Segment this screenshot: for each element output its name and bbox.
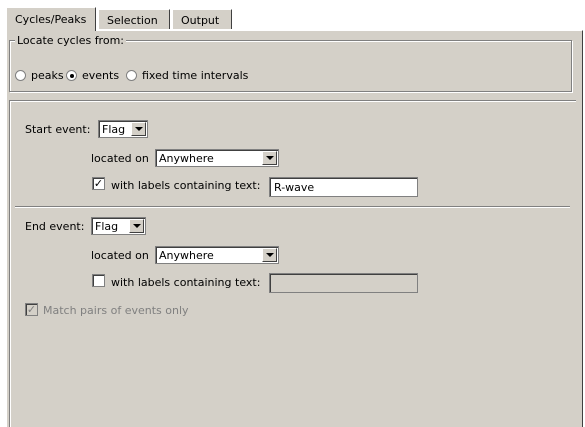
event-settings-area <box>9 100 576 427</box>
peaks-radio-label[interactable]: peaks <box>31 69 64 82</box>
start-event-type-dropdown[interactable]: Flag <box>98 120 148 138</box>
start-located-on-value: Anywhere <box>159 152 214 165</box>
start-labels-checkbox-label[interactable]: with labels containing text: <box>111 179 260 192</box>
start-located-on-label: located on <box>91 152 149 165</box>
events-radio[interactable] <box>66 70 77 81</box>
locate-cycles-group <box>9 40 572 92</box>
end-located-on-label: located on <box>91 249 149 262</box>
event-separator <box>15 206 570 207</box>
match-pairs-label[interactable]: Match pairs of events only <box>43 304 189 317</box>
end-located-on-dropdown[interactable]: Anywhere <box>155 246 279 264</box>
end-labels-checkbox[interactable] <box>92 274 105 287</box>
check-icon: ✓ <box>26 303 37 316</box>
match-pairs-checkbox[interactable]: ✓ <box>25 303 38 316</box>
chevron-down-icon[interactable] <box>262 151 277 165</box>
locate-cycles-legend: Locate cycles from: <box>15 34 126 47</box>
end-located-on-value: Anywhere <box>159 249 214 262</box>
end-event-type-value: Flag <box>95 220 119 233</box>
start-labels-checkbox[interactable]: ✓ <box>92 177 105 190</box>
chevron-down-icon[interactable] <box>262 248 277 262</box>
tab-label: Output <box>181 14 220 27</box>
end-labels-text-input[interactable] <box>269 273 418 293</box>
end-event-label: End event: <box>25 220 85 233</box>
check-icon: ✓ <box>93 177 104 190</box>
end-event-type-dropdown[interactable]: Flag <box>91 217 146 235</box>
chevron-down-icon[interactable] <box>131 122 146 136</box>
events-radio-label[interactable]: events <box>82 69 119 82</box>
tab-selection[interactable]: Selection <box>98 9 170 29</box>
fixed-time-intervals-radio[interactable] <box>126 70 137 81</box>
start-event-label: Start event: <box>25 123 91 136</box>
start-event-type-value: Flag <box>102 123 126 136</box>
fixed-time-intervals-radio-label[interactable]: fixed time intervals <box>142 69 248 82</box>
tab-label: Selection <box>107 14 158 27</box>
end-labels-checkbox-label[interactable]: with labels containing text: <box>111 276 260 289</box>
tab-output[interactable]: Output <box>172 9 232 29</box>
tab-cycles-peaks[interactable]: Cycles/Peaks <box>6 7 96 31</box>
tab-label: Cycles/Peaks <box>15 13 87 26</box>
peaks-radio[interactable] <box>15 70 26 81</box>
start-labels-text-input[interactable]: R-wave <box>269 177 418 197</box>
chevron-down-icon[interactable] <box>129 219 144 233</box>
start-located-on-dropdown[interactable]: Anywhere <box>155 149 279 167</box>
